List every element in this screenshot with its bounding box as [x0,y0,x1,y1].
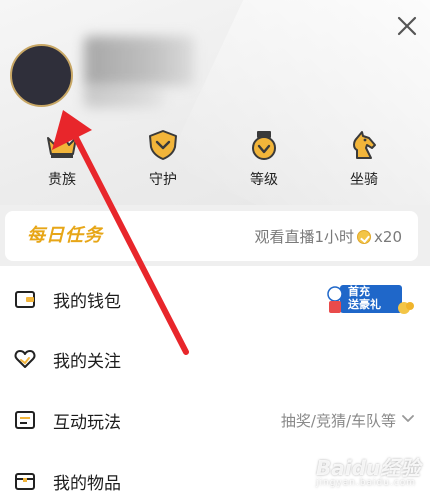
daily-task-reward: x20 [374,227,402,246]
daily-task-badge: 每日任务 [27,224,119,248]
watermark: Baidu经验 jingyan.baidu.com [316,452,420,488]
watermark-text: Baidu经验 [316,456,421,480]
privilege-bar: 贵族 守护 等级 坐骑 [0,128,430,192]
avatar[interactable] [10,44,73,107]
game-icon [15,411,35,429]
promo-line-1: 首充 [348,285,370,298]
menu-item-interactive-play[interactable]: 互动玩法 抽奖/竞猜/车队等 [0,389,430,449]
menu-item-label: 我的物品 [53,474,121,494]
daily-task-text: 观看直播1小时 [254,228,355,246]
menu-item-label: 互动玩法 [53,413,121,433]
privilege-label: 坐骑 [350,172,378,188]
promo-text: 首充 送豪礼 [348,285,381,311]
shield-icon [149,130,177,160]
chevron-down-icon [402,415,414,422]
daily-task-info: 观看直播1小时 x20 [254,226,402,247]
wallet-icon [15,291,35,308]
medal-icon [252,131,276,160]
promo-line-2: 送豪礼 [348,298,381,311]
menu-item-following[interactable]: 我的关注 [0,328,430,388]
first-charge-promo-banner[interactable]: 首充 送豪礼 [326,282,414,316]
menu-item-wallet[interactable]: 我的钱包 首充 送豪礼 [0,268,430,328]
daily-task-title: 每日任务 [27,225,103,246]
privilege-mount[interactable]: 坐骑 [334,128,394,189]
watermark-url: jingyan.baidu.com [316,478,417,488]
privilege-label: 贵族 [48,172,76,188]
daily-task-card[interactable]: 每日任务 观看直播1小时 x20 [5,211,418,261]
close-icon[interactable] [394,13,420,39]
horse-icon [353,131,376,159]
crown-icon [47,133,77,158]
menu-item-label: 我的关注 [53,352,121,372]
menu-item-value: 抽奖/竞猜/车队等 [280,412,396,430]
heart-icon [14,350,36,368]
box-icon [15,473,35,490]
menu-item-label: 我的钱包 [53,292,121,312]
privilege-label: 等级 [250,172,278,188]
privilege-nobility[interactable]: 贵族 [32,128,92,189]
coin-icon [357,229,372,244]
privilege-guard[interactable]: 守护 [133,128,193,189]
username-blurred [84,36,194,86]
user-info-blurred [84,84,164,108]
privilege-label: 守护 [149,172,177,188]
privilege-level[interactable]: 等级 [234,128,294,189]
profile-header: 贵族 守护 等级 坐骑 [0,0,430,205]
